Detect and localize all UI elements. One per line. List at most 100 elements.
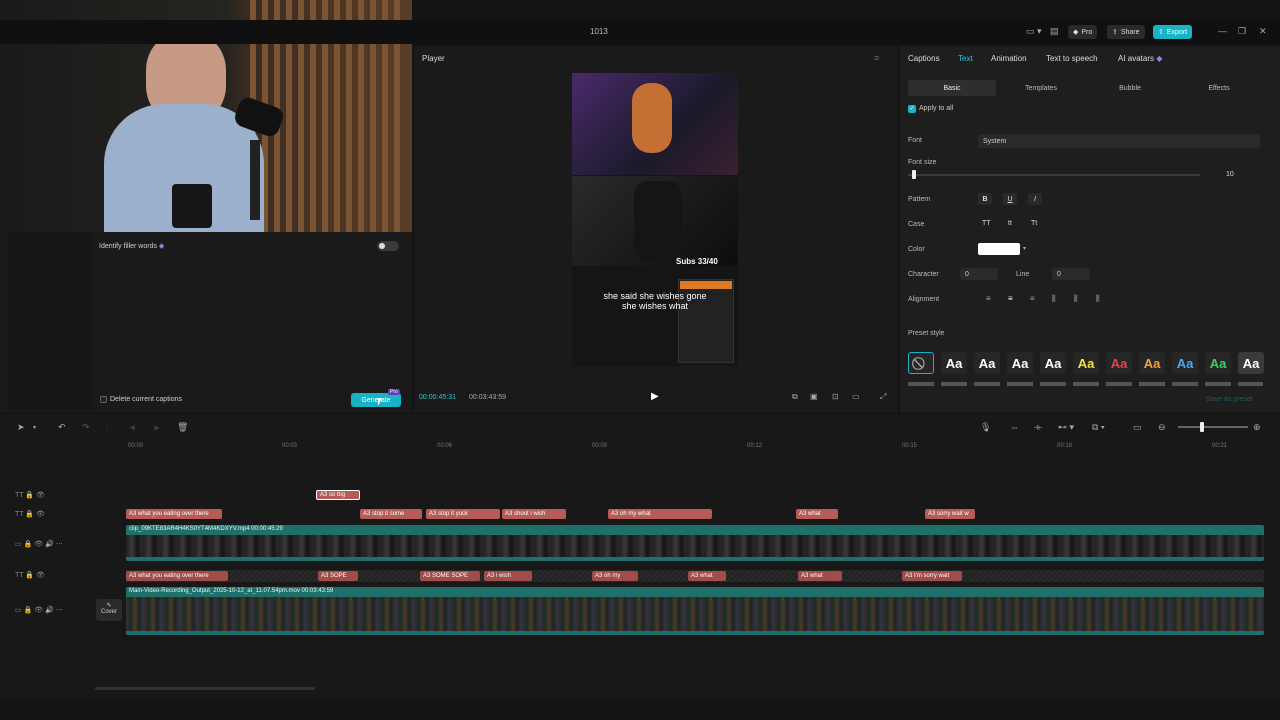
chevron-down-icon[interactable]: ▾ — [1023, 245, 1026, 252]
play-icon[interactable]: ▶ — [651, 391, 659, 402]
preset-style-1[interactable]: Aa — [941, 352, 967, 374]
caption-clip[interactable]: A3 what — [796, 509, 838, 519]
align-center-icon[interactable]: ≡ — [1008, 294, 1013, 303]
filler-words-toggle[interactable] — [377, 241, 399, 251]
save-preset-button[interactable]: Save as preset — [1206, 396, 1253, 403]
multi-track-icon[interactable]: ⧉ ▾ — [1092, 422, 1105, 433]
preview-axis-icon[interactable]: ⊷ ▾ — [1058, 422, 1074, 433]
preset-style-5[interactable]: Aa — [1073, 352, 1099, 374]
caption-toggle-icon[interactable]: ▭ — [1133, 422, 1142, 433]
delete-captions-checkbox[interactable] — [100, 396, 107, 403]
undo-icon[interactable]: ↶ — [58, 422, 66, 433]
subtab-bubble[interactable]: Bubble — [1086, 80, 1174, 96]
select-tool-icon[interactable]: ➤ — [17, 422, 25, 433]
panel-icon[interactable]: ▤ — [1050, 26, 1059, 37]
subtab-basic[interactable]: Basic — [908, 80, 996, 96]
preset-style-9[interactable]: Aa — [1205, 352, 1231, 374]
split-right-icon[interactable]: ⫸ — [154, 422, 159, 433]
subtab-effects[interactable]: Effects — [1175, 80, 1263, 96]
main-video-clip[interactable]: Main-Video-Recording_Output_2025-10-12_a… — [126, 587, 1264, 635]
preset-style-7[interactable]: Aa — [1139, 352, 1165, 374]
delete-icon[interactable]: 🗑 — [177, 422, 188, 433]
snap-icon[interactable]: ⟛ — [1034, 422, 1042, 433]
chevron-down-icon[interactable]: ▾ — [33, 424, 36, 431]
caption-clip[interactable]: A3 I'm sorry wait — [902, 571, 962, 581]
caption-clip[interactable]: A3 SOME SOPE — [420, 571, 480, 581]
text-track-icon: TT 🔒 👁 — [15, 492, 45, 499]
minimize-icon[interactable]: — — [1218, 26, 1227, 36]
font-size-slider-handle[interactable] — [912, 170, 916, 179]
preset-style-2[interactable]: Aa — [974, 352, 1000, 374]
ratio-icon[interactable]: ▭ — [852, 392, 860, 401]
font-select[interactable]: System — [978, 134, 1260, 148]
preset-none-icon[interactable]: ⃠ — [908, 352, 934, 374]
generate-button[interactable]: Generate — [351, 393, 401, 407]
export-button[interactable]: ⇧ Export — [1153, 25, 1193, 39]
caption-clip[interactable]: A3 SOPE — [318, 571, 358, 581]
caption-clip[interactable]: A3 what — [798, 571, 842, 581]
maximize-icon[interactable]: ❐ — [1238, 26, 1246, 37]
zoom-slider-handle[interactable] — [1200, 422, 1204, 432]
align-bottom-icon[interactable]: ⫼ — [1096, 294, 1100, 304]
tab-captions[interactable]: Captions — [908, 54, 940, 63]
fullscreen-icon[interactable]: ⤢ — [880, 392, 886, 402]
caption-clip[interactable]: A3 oh my — [592, 571, 638, 581]
preset-style-6[interactable]: Aa — [1106, 352, 1132, 374]
caption-clip[interactable]: A3 oh my what — [608, 509, 712, 519]
preset-style-10[interactable]: Aa — [1238, 352, 1264, 374]
bold-button[interactable]: B — [978, 193, 992, 205]
apply-all-checkbox[interactable]: ✓ — [908, 105, 916, 113]
caption-clip[interactable]: A3 shoot i wish — [502, 509, 566, 519]
caption-clip[interactable]: A3 what you eating over there — [126, 509, 222, 519]
align-middle-icon[interactable]: ⫼ — [1074, 294, 1078, 304]
close-icon[interactable]: ✕ — [1259, 26, 1267, 37]
menu-icon[interactable]: ≡ — [874, 53, 879, 63]
caption-clip-selected[interactable]: A3 so big — [316, 490, 360, 500]
underline-button[interactable]: U — [1003, 193, 1017, 205]
zoom-slider[interactable] — [1178, 426, 1248, 428]
preset-style-4[interactable]: Aa — [1040, 352, 1066, 374]
line-spacing-input[interactable]: 0 — [1052, 268, 1090, 280]
pro-button[interactable]: ◆ Pro — [1068, 25, 1098, 39]
align-left-icon[interactable]: ≡ — [986, 294, 991, 303]
crop-icon[interactable]: ⧉ — [792, 392, 798, 402]
cover-button[interactable]: ✎ Cover — [96, 599, 122, 621]
layout-icon[interactable]: ▭ ▾ — [1026, 26, 1042, 37]
split-left-icon[interactable]: ⫷ — [130, 422, 135, 433]
share-button[interactable]: ⇪ Share — [1107, 25, 1145, 39]
uppercase-button[interactable]: TT — [982, 220, 991, 227]
caption-clip[interactable]: A3 stop it yuck — [426, 509, 500, 519]
titlecase-button[interactable]: Tt — [1031, 220, 1037, 227]
caption-clip[interactable]: A3 i wish — [484, 571, 532, 581]
link-icon[interactable]: ⇔ — [1010, 422, 1019, 432]
caption-clip[interactable]: A3 sorry wait w — [925, 509, 975, 519]
align-top-icon[interactable]: ⫼ — [1052, 294, 1056, 304]
caption-clip[interactable]: A3 stop it some — [360, 509, 422, 519]
character-spacing-input[interactable]: 0 — [960, 268, 998, 280]
tab-text-to-speech[interactable]: Text to speech — [1046, 54, 1098, 63]
quality-icon[interactable]: ▣ — [810, 392, 818, 401]
font-size-value[interactable]: 10 — [1226, 171, 1234, 178]
split-icon[interactable]: ⫶ — [106, 422, 108, 433]
lowercase-button[interactable]: tt — [1008, 220, 1012, 227]
preset-style-3[interactable]: Aa — [1007, 352, 1033, 374]
preset-style-8[interactable]: Aa — [1172, 352, 1198, 374]
italic-button[interactable]: I — [1028, 193, 1042, 205]
color-swatch[interactable] — [978, 243, 1020, 255]
tab-ai-avatars[interactable]: AI avatars ◆ — [1118, 54, 1162, 63]
mic-icon[interactable]: 🎙 — [980, 422, 991, 433]
video-preview[interactable]: Subs 33/40 she said she wishes gone she … — [572, 73, 738, 366]
redo-icon[interactable]: ↷ — [82, 422, 90, 433]
tab-animation[interactable]: Animation — [991, 54, 1027, 63]
zoom-out-icon[interactable]: ⊖ — [1158, 422, 1166, 433]
timeline-scrollbar[interactable] — [95, 687, 315, 690]
zoom-in-icon[interactable]: ⊕ — [1253, 422, 1261, 433]
subtab-templates[interactable]: Templates — [997, 80, 1085, 96]
caption-clip[interactable]: A3 what — [688, 571, 726, 581]
font-size-slider[interactable] — [908, 174, 1200, 176]
video-clip[interactable]: clip_09KTE83AR4H4KS0YT4M4KDXYV.mp4 00:00… — [126, 525, 1264, 561]
caption-clip[interactable]: A3 what you eating over there — [126, 571, 228, 581]
align-right-icon[interactable]: ≡ — [1030, 294, 1035, 303]
snapshot-icon[interactable]: ⊡ — [832, 392, 839, 401]
tab-text[interactable]: Text — [958, 54, 973, 63]
